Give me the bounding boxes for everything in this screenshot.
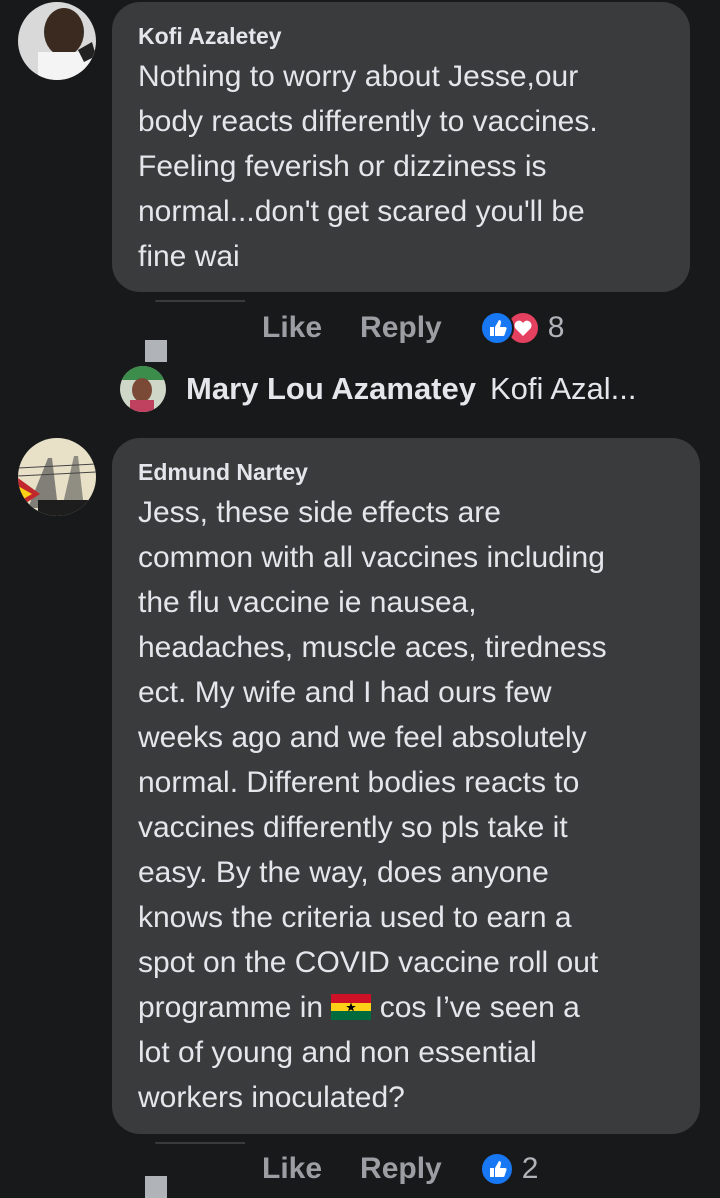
reply-button[interactable]: Reply bbox=[360, 1152, 442, 1186]
avatar[interactable] bbox=[18, 438, 96, 516]
thread-connector bbox=[155, 1142, 245, 1144]
reply-author[interactable]: Mary Lou Azamatey bbox=[186, 371, 476, 407]
comment-text-part: Jess, these side effects are common with… bbox=[138, 496, 607, 1024]
like-button[interactable]: Like bbox=[262, 311, 322, 345]
comment-actions: Like Reply 2 bbox=[262, 1146, 538, 1192]
comment-author[interactable]: Kofi Azaletey bbox=[138, 22, 664, 50]
ghana-flag-icon bbox=[331, 988, 372, 1020]
comment-text: Jess, these side effects are common with… bbox=[138, 490, 674, 1120]
comment-bubble: Kofi Azaletey Nothing to worry about Jes… bbox=[112, 2, 690, 292]
reply-snippet: Kofi Azal... bbox=[490, 371, 637, 406]
thread-marker bbox=[145, 1176, 167, 1198]
reply-avatar bbox=[120, 366, 166, 412]
avatar[interactable] bbox=[18, 2, 96, 80]
comment-actions: Like Reply 8 bbox=[262, 305, 564, 351]
reaction-count: 2 bbox=[521, 1152, 539, 1185]
comment-text: Nothing to worry about Jesse,our body re… bbox=[138, 60, 598, 273]
thread-connector bbox=[155, 300, 245, 302]
reaction-summary[interactable]: 2 bbox=[479, 1152, 539, 1186]
like-icon bbox=[479, 1152, 514, 1186]
reply-button[interactable]: Reply bbox=[360, 311, 442, 345]
comment-bubble: Edmund Nartey Jess, these side effects a… bbox=[112, 438, 700, 1134]
reply-preview[interactable]: Mary Lou Azamatey Kofi Azal... bbox=[120, 366, 636, 412]
comment-author[interactable]: Edmund Nartey bbox=[138, 458, 674, 486]
reaction-count: 8 bbox=[547, 311, 565, 344]
reaction-summary[interactable]: 8 bbox=[479, 311, 565, 345]
like-button[interactable]: Like bbox=[262, 1152, 322, 1186]
thread-marker bbox=[145, 340, 167, 362]
like-icon bbox=[479, 311, 514, 345]
